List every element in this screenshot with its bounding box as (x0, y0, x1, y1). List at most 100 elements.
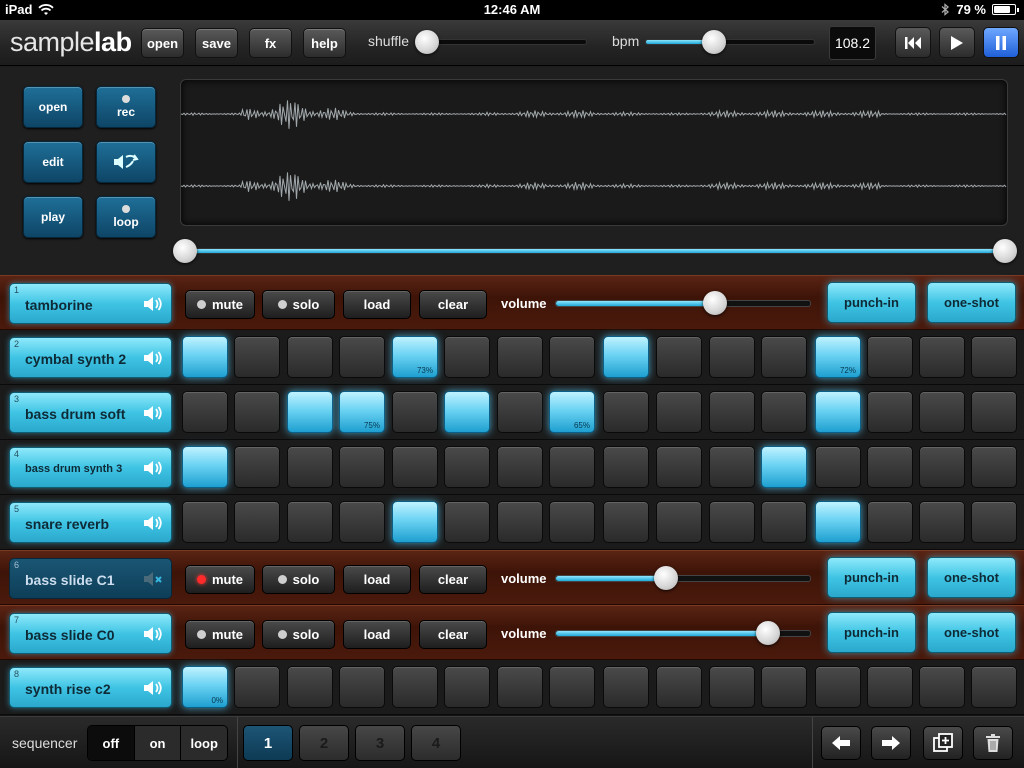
step-pad[interactable] (392, 501, 438, 543)
mute-button[interactable]: mute (185, 565, 255, 594)
step-pad[interactable] (761, 336, 807, 378)
mode-loop-button[interactable]: loop (181, 726, 227, 760)
one-shot-button[interactable]: one-shot (927, 612, 1016, 653)
step-pad[interactable] (971, 336, 1017, 378)
next-page-button[interactable] (871, 726, 911, 760)
step-pad[interactable] (761, 501, 807, 543)
step-pad[interactable] (919, 336, 965, 378)
help-button[interactable]: help (303, 28, 346, 58)
step-pad[interactable] (549, 666, 595, 708)
edit-sample-button[interactable]: edit (23, 141, 83, 183)
step-pad[interactable] (709, 336, 755, 378)
step-pad[interactable] (603, 336, 649, 378)
page-3-button[interactable]: 3 (355, 725, 405, 761)
step-pad[interactable] (656, 336, 702, 378)
step-pad[interactable] (339, 666, 385, 708)
solo-button[interactable]: solo (262, 620, 335, 649)
bpm-slider[interactable] (645, 30, 815, 54)
mute-button[interactable]: mute (185, 620, 255, 649)
delete-page-button[interactable] (973, 726, 1013, 760)
step-pad[interactable] (656, 666, 702, 708)
load-button[interactable]: load (343, 565, 411, 594)
bpm-value[interactable]: 108.2 (829, 26, 876, 60)
fx-button[interactable]: fx (249, 28, 292, 58)
one-shot-button[interactable]: one-shot (927, 557, 1016, 598)
step-pad[interactable] (287, 391, 333, 433)
play-button[interactable] (939, 27, 975, 58)
previous-page-button[interactable] (821, 726, 861, 760)
step-pad[interactable] (971, 446, 1017, 488)
step-pad[interactable] (815, 666, 861, 708)
step-pad[interactable] (919, 391, 965, 433)
track-name-button[interactable]: 4 bass drum synth 3 (9, 447, 172, 488)
step-pad[interactable]: 65% (549, 391, 595, 433)
step-pad[interactable] (444, 336, 490, 378)
track-name-button[interactable]: 2 cymbal synth 2 (9, 337, 172, 378)
track-name-button[interactable]: 8 synth rise c2 (9, 667, 172, 708)
rewind-button[interactable] (895, 27, 931, 58)
step-pad[interactable] (392, 446, 438, 488)
volume-slider[interactable] (555, 621, 811, 645)
range-end-knob[interactable] (993, 239, 1017, 263)
step-pad[interactable] (234, 336, 280, 378)
step-pad[interactable] (549, 501, 595, 543)
step-pad[interactable] (339, 336, 385, 378)
volume-knob[interactable] (703, 291, 727, 315)
step-pad[interactable] (287, 336, 333, 378)
step-pad[interactable] (761, 391, 807, 433)
sequencer-mode-control[interactable]: off on loop (87, 725, 228, 761)
step-pad[interactable] (867, 666, 913, 708)
step-pad[interactable] (815, 446, 861, 488)
step-pad[interactable] (867, 336, 913, 378)
step-pad[interactable] (603, 666, 649, 708)
page-4-button[interactable]: 4 (411, 725, 461, 761)
pause-button[interactable] (983, 27, 1019, 58)
mode-off-button[interactable]: off (88, 726, 135, 760)
volume-knob[interactable] (654, 566, 678, 590)
step-pad[interactable] (182, 336, 228, 378)
shuffle-slider-knob[interactable] (415, 30, 439, 54)
sample-direction-button[interactable] (96, 141, 156, 183)
step-pad[interactable] (603, 446, 649, 488)
track-name-button[interactable]: 1 tamborine (9, 283, 172, 324)
step-pad[interactable] (287, 501, 333, 543)
step-pad[interactable] (339, 501, 385, 543)
one-shot-button[interactable]: one-shot (927, 282, 1016, 323)
step-pad[interactable] (815, 501, 861, 543)
step-pad[interactable] (234, 391, 280, 433)
clear-button[interactable]: clear (419, 290, 487, 319)
step-pad[interactable] (656, 446, 702, 488)
step-pad[interactable] (287, 446, 333, 488)
step-pad[interactable] (709, 501, 755, 543)
open-project-button[interactable]: open (141, 28, 184, 58)
step-pad[interactable] (549, 446, 595, 488)
punch-in-button[interactable]: punch-in (827, 557, 916, 598)
step-pad[interactable]: 0% (182, 666, 228, 708)
track-name-button[interactable]: 3 bass drum soft (9, 392, 172, 433)
volume-slider[interactable] (555, 291, 811, 315)
step-pad[interactable] (497, 336, 543, 378)
step-pad[interactable] (182, 391, 228, 433)
step-pad[interactable] (392, 666, 438, 708)
solo-button[interactable]: solo (262, 290, 335, 319)
range-start-knob[interactable] (173, 239, 197, 263)
step-pad[interactable] (234, 446, 280, 488)
step-pad[interactable] (867, 501, 913, 543)
step-pad[interactable] (761, 666, 807, 708)
step-pad[interactable] (444, 501, 490, 543)
load-button[interactable]: load (343, 620, 411, 649)
step-pad[interactable] (919, 501, 965, 543)
step-pad[interactable] (287, 666, 333, 708)
step-pad[interactable] (444, 391, 490, 433)
step-pad[interactable] (656, 391, 702, 433)
step-pad[interactable]: 75% (339, 391, 385, 433)
step-pad[interactable] (603, 391, 649, 433)
solo-button[interactable]: solo (262, 565, 335, 594)
punch-in-button[interactable]: punch-in (827, 612, 916, 653)
step-pad[interactable] (497, 666, 543, 708)
play-sample-button[interactable]: play (23, 196, 83, 238)
step-pad[interactable] (444, 446, 490, 488)
step-pad[interactable] (392, 391, 438, 433)
record-button[interactable]: rec (96, 86, 156, 128)
step-pad[interactable] (709, 446, 755, 488)
